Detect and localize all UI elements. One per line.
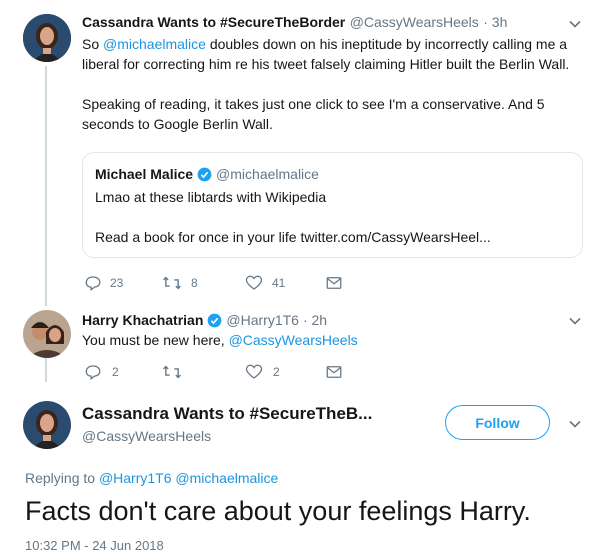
tweet-timestamp[interactable]: 10:32 PM - 24 Jun 2018 bbox=[25, 538, 164, 553]
reply-count: 2 bbox=[112, 365, 119, 379]
timestamp[interactable]: · 2h bbox=[303, 312, 327, 328]
replying-to: Replying to @Harry1T6 @michaelmalice bbox=[25, 470, 279, 486]
focused-tweet-text: Facts don't care about your feelings Har… bbox=[25, 496, 531, 526]
avatar[interactable] bbox=[23, 310, 71, 358]
reply-button[interactable]: 2 bbox=[84, 363, 119, 381]
retweet-icon bbox=[163, 365, 181, 379]
like-count: 41 bbox=[272, 276, 286, 290]
like-button[interactable]: 41 bbox=[245, 274, 285, 292]
tweet-text-paragraph: Speaking of reading, it takes just one c… bbox=[82, 96, 545, 132]
heart-icon bbox=[245, 275, 263, 290]
quoted-tweet[interactable]: Michael Malice @michaelmalice Lmao at th… bbox=[82, 152, 583, 258]
quote-text-line2: Read a book for once in your life twitte… bbox=[95, 229, 491, 245]
replying-to-handles[interactable]: @Harry1T6 @michaelmalice bbox=[99, 470, 278, 486]
reply-button[interactable]: 23 bbox=[84, 274, 123, 292]
chevron-down-icon[interactable] bbox=[569, 315, 581, 327]
quote-text-line1: Lmao at these libtards with Wikipedia bbox=[95, 189, 327, 205]
mention-link[interactable]: @CassyWearsHeels bbox=[229, 332, 358, 348]
retweet-button[interactable]: 8 bbox=[162, 274, 198, 292]
reply-count: 23 bbox=[110, 276, 124, 290]
retweet-count: 8 bbox=[191, 276, 198, 290]
reply-icon bbox=[85, 365, 101, 381]
retweet-button[interactable] bbox=[162, 363, 191, 381]
author-name[interactable]: Harry Khachatrian bbox=[82, 312, 203, 328]
thread-line bbox=[45, 358, 47, 382]
verified-badge-icon bbox=[208, 313, 222, 327]
quote-author-handle: @michaelmalice bbox=[216, 166, 319, 182]
envelope-icon bbox=[326, 366, 342, 378]
avatar[interactable] bbox=[23, 14, 71, 62]
verified-badge-icon bbox=[197, 167, 212, 181]
tweet-text: You must be new here, @CassyWearsHeels bbox=[82, 332, 358, 348]
message-button[interactable] bbox=[325, 363, 343, 381]
quote-author-name: Michael Malice bbox=[95, 166, 194, 182]
thread-line bbox=[45, 66, 47, 306]
heart-icon bbox=[245, 364, 263, 379]
chevron-down-icon[interactable] bbox=[569, 418, 581, 430]
reply-icon bbox=[85, 276, 101, 292]
author-name[interactable]: Cassandra Wants to #SecureTheB... bbox=[82, 404, 372, 424]
tweet-text: So @michaelmalice doubles down on his in… bbox=[82, 36, 570, 72]
author-name[interactable]: Cassandra Wants to #SecureTheBorder bbox=[82, 14, 345, 30]
author-handle[interactable]: @Harry1T6 bbox=[226, 312, 299, 328]
mention-link[interactable]: @michaelmalice bbox=[103, 36, 206, 52]
retweet-icon bbox=[163, 276, 181, 290]
author-handle[interactable]: @CassyWearsHeels bbox=[350, 14, 479, 30]
message-button[interactable] bbox=[325, 274, 343, 292]
envelope-icon bbox=[326, 277, 342, 289]
chevron-down-icon[interactable] bbox=[569, 18, 581, 30]
author-handle[interactable]: @CassyWearsHeels bbox=[82, 428, 211, 444]
avatar[interactable] bbox=[23, 401, 71, 449]
timestamp[interactable]: · 3h bbox=[483, 14, 507, 30]
follow-button[interactable]: Follow bbox=[445, 405, 550, 440]
like-count: 2 bbox=[273, 365, 280, 379]
like-button[interactable]: 2 bbox=[245, 363, 280, 381]
